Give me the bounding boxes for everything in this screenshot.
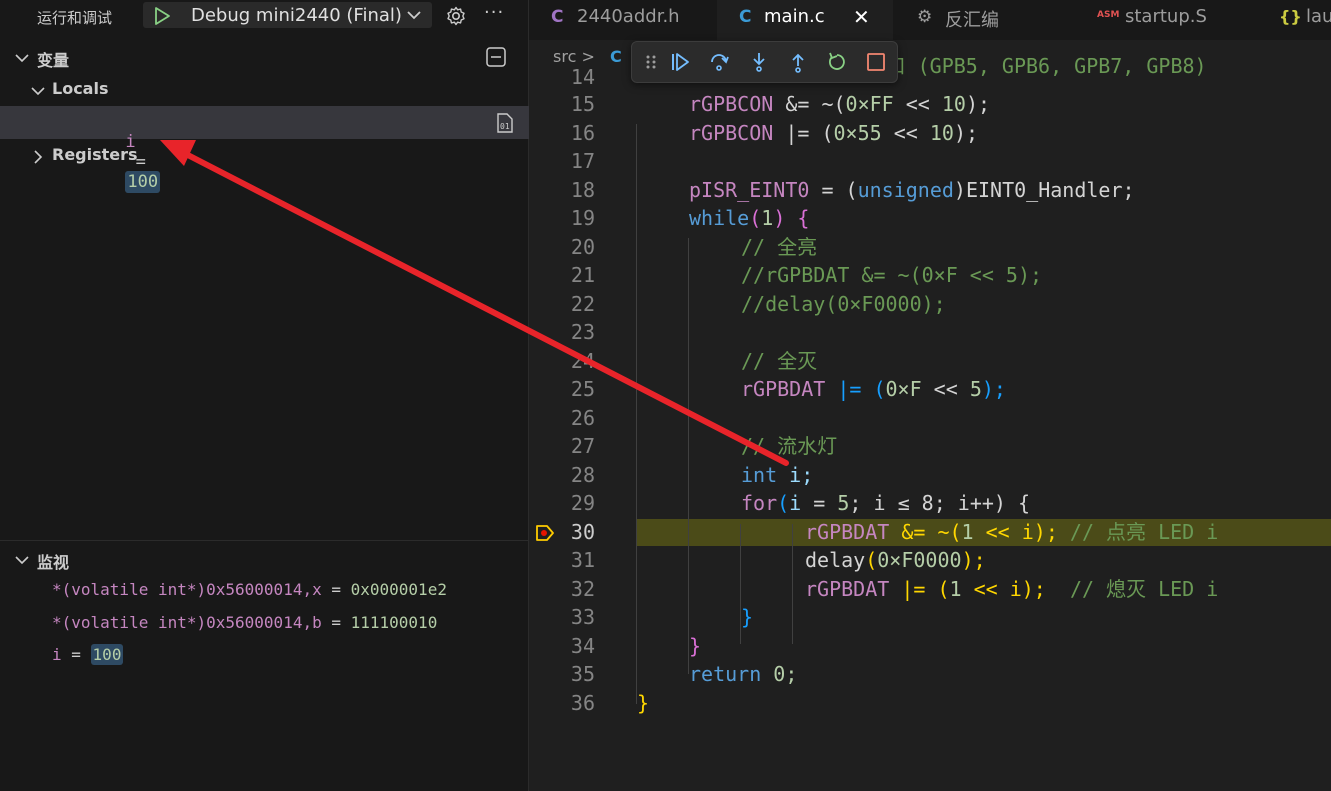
annotation-arrow-shaft bbox=[179, 149, 789, 466]
annotation-arrow-head bbox=[160, 140, 196, 166]
annotation-arrow bbox=[160, 140, 789, 466]
